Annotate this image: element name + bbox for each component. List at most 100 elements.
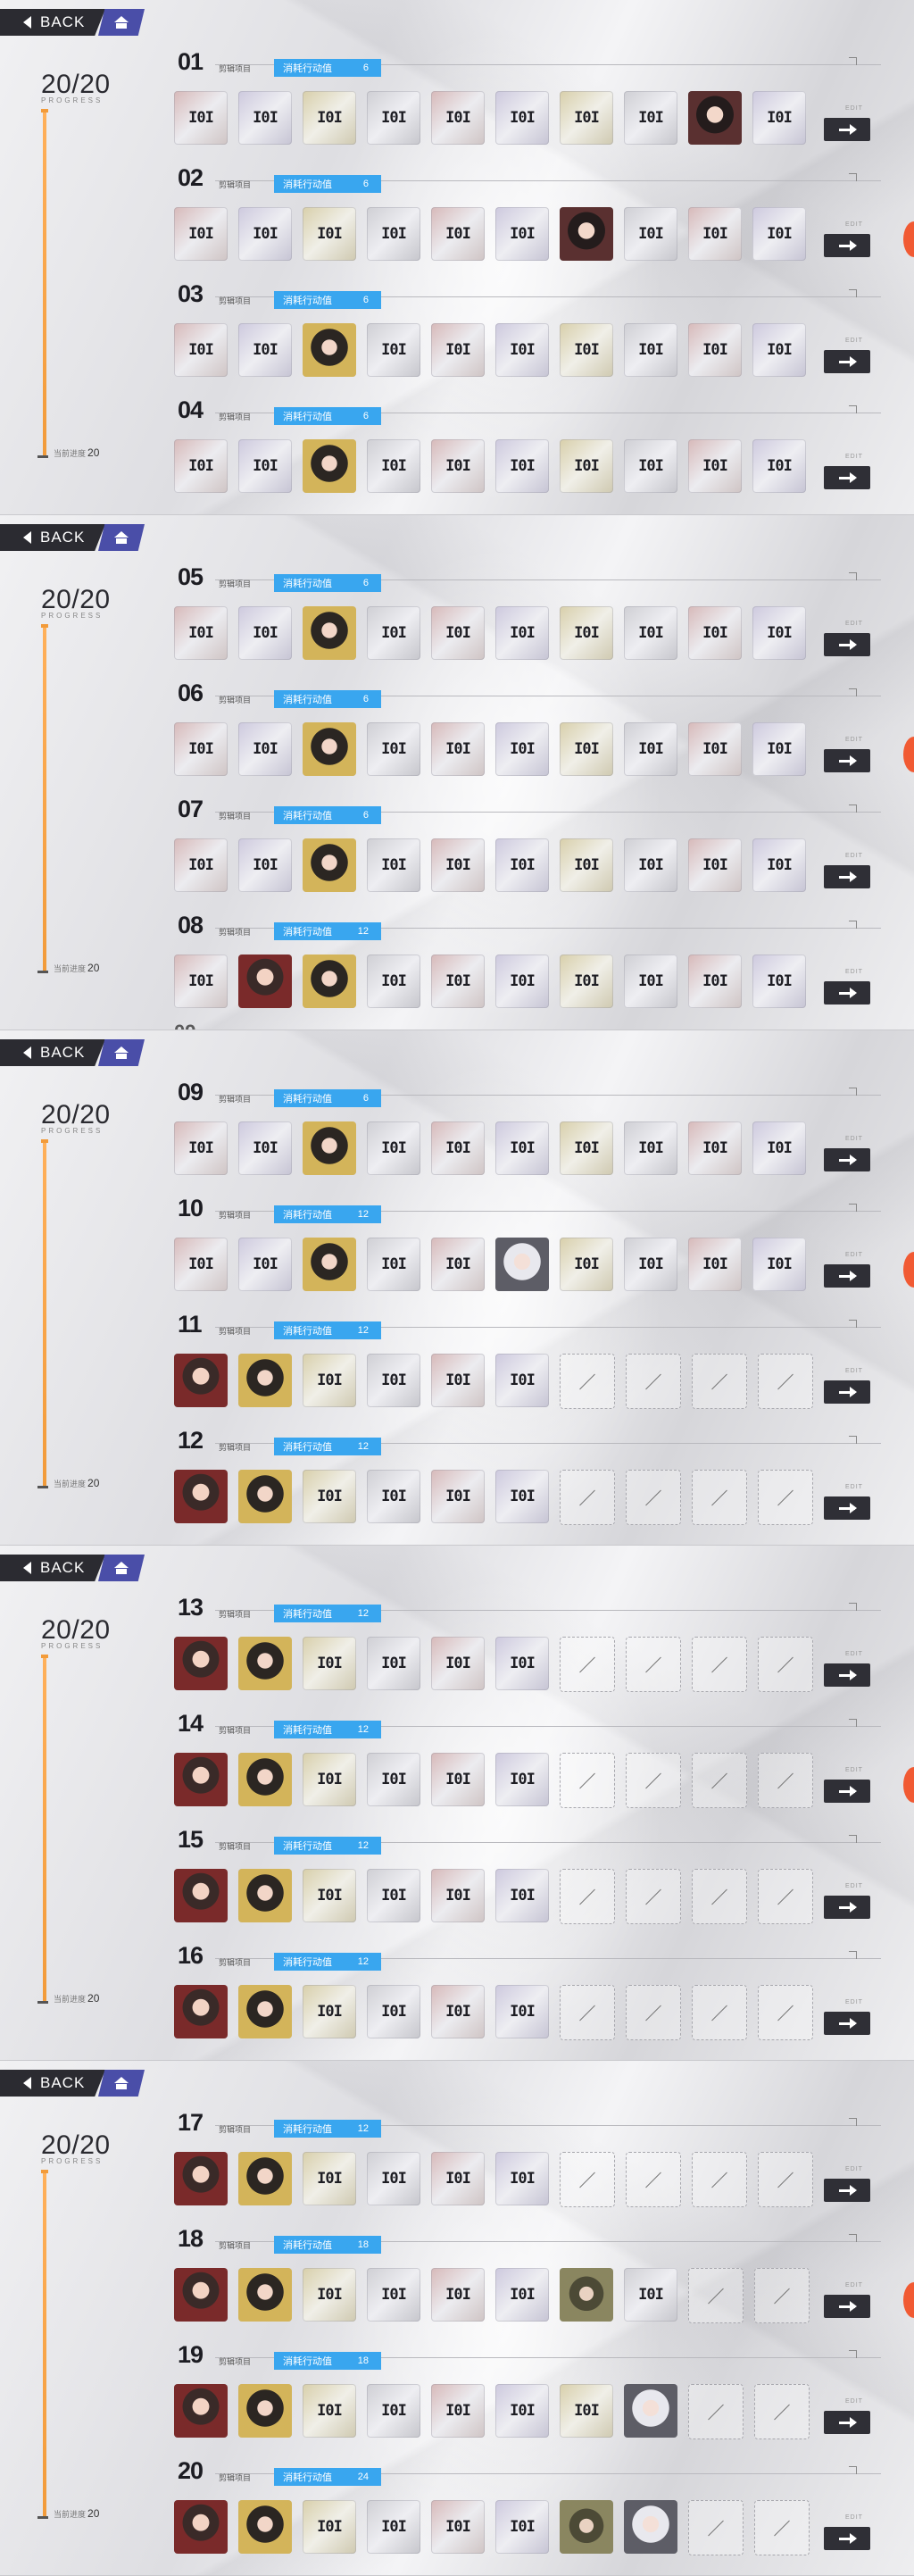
clip-slot[interactable]: I0I xyxy=(431,1470,485,1523)
clip-slot[interactable]: I0I xyxy=(688,955,742,1008)
clip-slot[interactable]: I0I xyxy=(431,1637,485,1690)
character-slot[interactable] xyxy=(560,207,613,261)
character-slot[interactable] xyxy=(174,1637,228,1690)
clip-slot[interactable]: I0I xyxy=(495,1354,549,1407)
clip-slot[interactable]: I0I xyxy=(431,207,485,261)
character-slot[interactable] xyxy=(238,1637,292,1690)
clip-slot[interactable]: I0I xyxy=(495,1985,549,2038)
clip-slot[interactable]: I0I xyxy=(303,207,356,261)
clip-slot[interactable]: I0I xyxy=(752,1238,806,1291)
clip-slot[interactable]: I0I xyxy=(560,91,613,145)
empty-slot[interactable] xyxy=(626,1753,681,1808)
clip-slot[interactable]: I0I xyxy=(303,1637,356,1690)
clip-slot[interactable]: I0I xyxy=(367,2500,420,2554)
character-slot[interactable] xyxy=(238,2152,292,2205)
empty-slot[interactable] xyxy=(560,1869,615,1924)
clip-slot[interactable]: I0I xyxy=(431,838,485,892)
character-slot[interactable] xyxy=(174,1354,228,1407)
clip-slot[interactable]: I0I xyxy=(303,1869,356,1922)
clip-slot[interactable]: I0I xyxy=(238,323,292,377)
clip-slot[interactable]: I0I xyxy=(431,722,485,776)
back-button[interactable]: BACK xyxy=(0,1555,105,1581)
clip-slot[interactable]: I0I xyxy=(174,606,228,660)
clip-slot[interactable]: I0I xyxy=(303,1354,356,1407)
clip-slot[interactable]: I0I xyxy=(174,1238,228,1291)
clip-slot[interactable]: I0I xyxy=(303,2500,356,2554)
clip-slot[interactable]: I0I xyxy=(560,838,613,892)
clip-slot[interactable]: I0I xyxy=(174,91,228,145)
empty-slot[interactable] xyxy=(692,1637,747,1692)
clip-slot[interactable]: I0I xyxy=(688,207,742,261)
clip-slot[interactable]: I0I xyxy=(495,722,549,776)
empty-slot[interactable] xyxy=(626,1470,681,1525)
clip-slot[interactable]: I0I xyxy=(624,1238,677,1291)
clip-slot[interactable]: I0I xyxy=(431,323,485,377)
clip-slot[interactable]: I0I xyxy=(624,323,677,377)
go-button[interactable] xyxy=(824,1896,870,1919)
back-button[interactable]: BACK xyxy=(0,524,105,551)
clip-slot[interactable]: I0I xyxy=(495,2268,549,2322)
clip-slot[interactable]: I0I xyxy=(431,1753,485,1806)
character-slot[interactable] xyxy=(174,2152,228,2205)
empty-slot[interactable] xyxy=(758,1985,813,2040)
character-slot[interactable] xyxy=(624,2384,677,2438)
clip-slot[interactable]: I0I xyxy=(238,91,292,145)
go-button[interactable] xyxy=(824,466,870,489)
clip-slot[interactable]: I0I xyxy=(431,1985,485,2038)
go-button[interactable] xyxy=(824,1496,870,1520)
clip-slot[interactable]: I0I xyxy=(367,439,420,493)
clip-slot[interactable]: I0I xyxy=(367,1470,420,1523)
clip-slot[interactable]: I0I xyxy=(752,323,806,377)
go-button[interactable] xyxy=(824,2411,870,2434)
clip-slot[interactable]: I0I xyxy=(431,1121,485,1175)
clip-slot[interactable]: I0I xyxy=(238,1121,292,1175)
clip-slot[interactable]: I0I xyxy=(752,1121,806,1175)
empty-slot[interactable] xyxy=(692,2152,747,2207)
go-button[interactable] xyxy=(824,1264,870,1288)
clip-slot[interactable]: I0I xyxy=(303,1470,356,1523)
empty-slot[interactable] xyxy=(692,1354,747,1409)
clip-slot[interactable]: I0I xyxy=(752,838,806,892)
clip-slot[interactable]: I0I xyxy=(560,1238,613,1291)
character-slot[interactable] xyxy=(303,838,356,892)
empty-slot[interactable] xyxy=(626,1637,681,1692)
go-button[interactable] xyxy=(824,1380,870,1404)
home-button[interactable] xyxy=(98,9,145,36)
character-slot[interactable] xyxy=(560,2268,613,2322)
go-button[interactable] xyxy=(824,2179,870,2202)
clip-slot[interactable]: I0I xyxy=(367,1354,420,1407)
clip-slot[interactable]: I0I xyxy=(752,722,806,776)
clip-slot[interactable]: I0I xyxy=(303,91,356,145)
home-button[interactable] xyxy=(98,1555,145,1581)
clip-slot[interactable]: I0I xyxy=(495,955,549,1008)
clip-slot[interactable]: I0I xyxy=(431,1869,485,1922)
clip-slot[interactable]: I0I xyxy=(174,207,228,261)
character-slot[interactable] xyxy=(238,1753,292,1806)
clip-slot[interactable]: I0I xyxy=(495,2152,549,2205)
clip-slot[interactable]: I0I xyxy=(688,1238,742,1291)
clip-slot[interactable]: I0I xyxy=(495,323,549,377)
clip-slot[interactable]: I0I xyxy=(560,2384,613,2438)
clip-slot[interactable]: I0I xyxy=(367,955,420,1008)
character-slot[interactable] xyxy=(303,955,356,1008)
empty-slot[interactable] xyxy=(688,2268,744,2323)
character-slot[interactable] xyxy=(303,1238,356,1291)
clip-slot[interactable]: I0I xyxy=(238,722,292,776)
empty-slot[interactable] xyxy=(560,1753,615,1808)
clip-slot[interactable]: I0I xyxy=(367,1985,420,2038)
empty-slot[interactable] xyxy=(754,2268,810,2323)
clip-slot[interactable]: I0I xyxy=(367,1637,420,1690)
clip-slot[interactable]: I0I xyxy=(495,1637,549,1690)
character-slot[interactable] xyxy=(174,2384,228,2438)
character-slot[interactable] xyxy=(174,1985,228,2038)
clip-slot[interactable]: I0I xyxy=(431,2500,485,2554)
clip-slot[interactable]: I0I xyxy=(624,1121,677,1175)
go-button[interactable] xyxy=(824,118,870,141)
go-button[interactable] xyxy=(824,234,870,257)
empty-slot[interactable] xyxy=(758,1753,813,1808)
clip-slot[interactable]: I0I xyxy=(495,606,549,660)
character-slot[interactable] xyxy=(238,1985,292,2038)
clip-slot[interactable]: I0I xyxy=(752,91,806,145)
character-slot[interactable] xyxy=(303,1121,356,1175)
empty-slot[interactable] xyxy=(560,1637,615,1692)
